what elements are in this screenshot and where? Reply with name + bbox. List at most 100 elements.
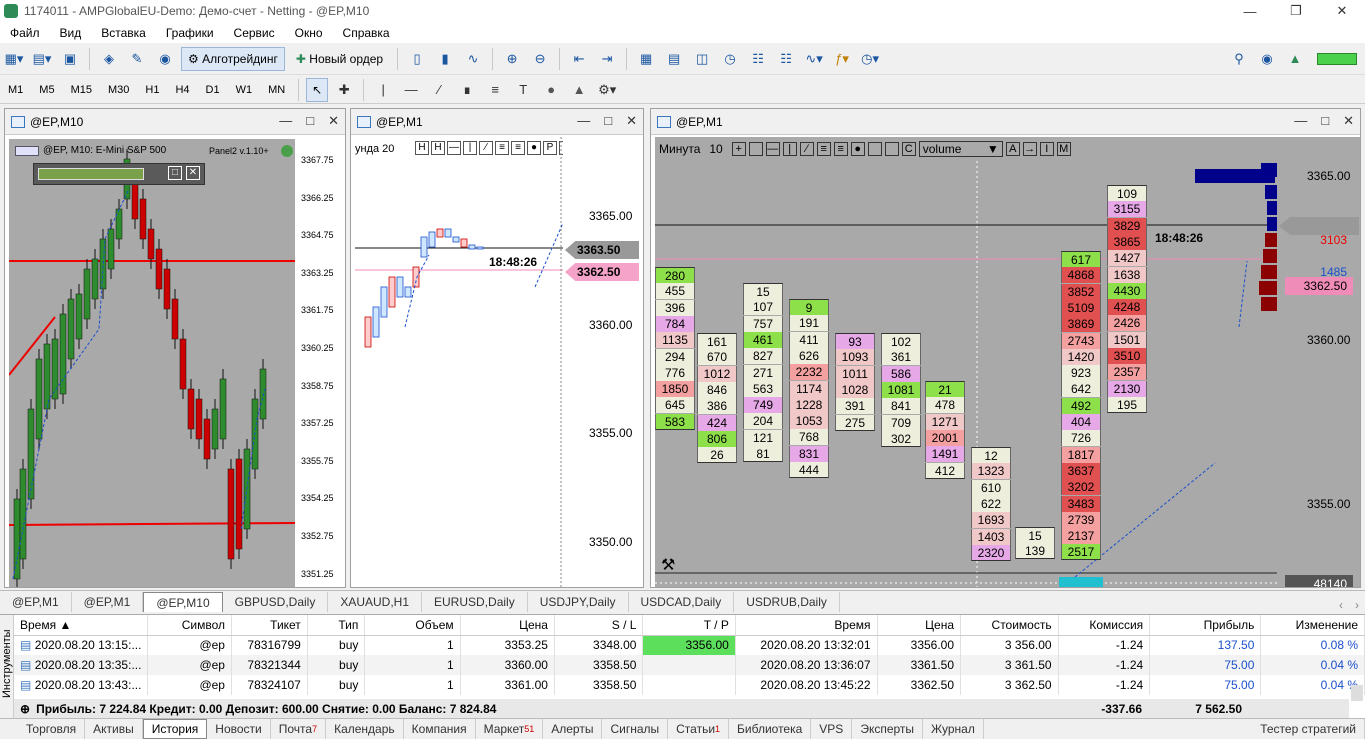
col-commission[interactable]: Комиссия [1058,615,1151,636]
tf-w1[interactable]: W1 [228,84,261,96]
chart-window-ep-m1-footprint[interactable]: @EP,M1 — □ ✕ Минута 10 + — | ∕ ≡ ≡ ● C vol… [650,108,1361,588]
templates-icon[interactable]: ☷ [746,47,770,71]
fp-btn-bar[interactable]: | [782,142,797,156]
maximize-icon[interactable]: □ [604,113,612,129]
market-watch-icon[interactable]: ▣ [58,47,82,71]
minimize-icon[interactable]: — [1227,0,1273,22]
chart-tab[interactable]: @EP,M1 [72,592,144,612]
bottom-tab[interactable]: Календарь [326,719,404,739]
minimize-icon[interactable]: — [1294,113,1307,129]
col-change[interactable]: Изменение [1260,615,1365,636]
table-row[interactable]: ▤ 2020.08.20 13:35:... @ep 78321344 buy … [14,655,1365,675]
chart-tab[interactable]: @EP,M1 [0,592,72,612]
maximize-icon[interactable]: □ [1321,113,1329,129]
triangle-icon[interactable]: ▲ [567,78,591,102]
chart-window-ep-m10[interactable]: @EP,M10 — □ ✕ @EP, M10: E-Mini S&P 500 Pan… [4,108,346,588]
bottom-tab[interactable]: Журнал [923,719,984,739]
tf-h4[interactable]: H4 [167,84,197,96]
indicators-icon[interactable]: ∿▾ [802,47,826,71]
chart-tab-active[interactable]: @EP,M10 [143,592,223,612]
function-icon[interactable]: ƒ▾ [830,47,854,71]
tile-icon[interactable]: ▦ [634,47,658,71]
chart-tab[interactable]: EURUSD,Daily [422,592,528,612]
fp-btn-list2[interactable]: ≡ [833,142,848,156]
menu-view[interactable]: Вид [50,26,92,40]
chart-tab[interactable]: USDCAD,Daily [629,592,735,612]
scrollbar[interactable] [1351,685,1363,701]
trendline-icon[interactable]: ∕ [427,78,451,102]
menu-charts[interactable]: Графики [156,26,224,40]
horizontal-line-icon[interactable]: — [399,78,423,102]
fp-btn-i[interactable]: I [1039,142,1054,156]
bottom-tab[interactable]: VPS [811,719,853,739]
bottom-tab[interactable]: Алерты [543,719,603,739]
menu-tools[interactable]: Сервис [224,26,285,40]
autoscroll-icon[interactable]: ⇤ [567,47,591,71]
new-chart-icon[interactable]: ▦▾ [2,47,26,71]
zoom-in-icon[interactable]: ⊕ [500,47,524,71]
cursor-icon[interactable]: ↖ [306,77,329,102]
vertical-line-icon[interactable]: | [371,78,395,102]
col-profit[interactable]: Прибыль [1149,615,1262,636]
tools-icon[interactable]: ⚒ [661,555,675,575]
chart-tab[interactable]: GBPUSD,Daily [223,592,329,612]
bottom-tab[interactable]: Компания [404,719,476,739]
chart-canvas[interactable]: @EP, M10: E-Mini S&P 500 Panel2 v.1.10+ … [9,139,295,587]
bottom-tab[interactable]: Маркет 51 [476,719,544,739]
signal-icon[interactable]: ◉ [153,47,177,71]
menu-insert[interactable]: Вставка [91,26,156,40]
shapes-icon[interactable]: ⚙▾ [595,78,619,102]
menu-file[interactable]: Файл [0,26,50,40]
bottom-tab[interactable]: Статьи 1 [668,719,730,739]
tf-mn[interactable]: MN [260,84,293,96]
channel-icon[interactable]: ∎ [455,78,479,102]
close-icon[interactable]: ✕ [1343,113,1354,129]
navigator-icon[interactable]: ✎ [125,47,149,71]
table-row[interactable]: ▤ 2020.08.20 13:15:... @ep 78316799 buy … [14,635,1365,655]
chart-canvas[interactable]: унда 20 H H — | ∕ ≡ ≡ ● P R C 18:48:26 [355,137,589,587]
panel-close-icon[interactable]: ✕ [186,166,200,180]
col-price[interactable]: Цена [460,615,555,636]
bottom-tab[interactable]: Эксперты [852,719,924,739]
fp-btn-box[interactable] [748,142,763,156]
col-tp[interactable]: T / P [642,615,736,636]
objects-icon[interactable]: ☷ [774,47,798,71]
maximize-icon[interactable]: □ [306,113,314,129]
col-symbol[interactable]: Символ [147,615,232,636]
col-value[interactable]: Стоимость [960,615,1059,636]
periods-icon[interactable]: ◷ [718,47,742,71]
fp-btn-m[interactable]: M [1056,142,1071,156]
tf-m15[interactable]: M15 [63,84,100,96]
mode-select[interactable]: volume ▼ [918,141,1003,157]
window-icon[interactable]: ▤ [662,47,686,71]
cascade-icon[interactable]: ◫ [690,47,714,71]
fp-btn-a[interactable]: A [1005,142,1020,156]
close-icon[interactable]: ✕ [1319,0,1365,22]
restore-icon[interactable]: ❐ [1273,0,1319,22]
tabs-left-icon[interactable]: ‹ [1333,598,1349,612]
period-value[interactable]: 10 [709,142,722,156]
menu-window[interactable]: Окно [285,26,333,40]
bottom-tab[interactable]: Библиотека [729,719,812,739]
panel-settings-icon[interactable] [281,145,293,157]
table-row[interactable]: ▤ 2020.08.20 13:43:... @ep 78324107 buy … [14,675,1365,695]
col-sl[interactable]: S / L [554,615,644,636]
algo-trading-button[interactable]: ⚙ Алготрейдинг [181,46,285,71]
col-close-price[interactable]: Цена [877,615,962,636]
new-order-button[interactable]: ✚ Новый ордер [288,46,391,71]
bottom-tab[interactable]: Активы [85,719,143,739]
bottom-tab[interactable]: История [142,719,208,739]
tf-m30[interactable]: M30 [100,84,137,96]
fp-btn-box3[interactable] [884,142,899,156]
chart-tab[interactable]: USDJPY,Daily [528,592,629,612]
minimize-icon[interactable]: — [279,113,292,129]
chart-tab[interactable]: XAUAUD,H1 [328,592,423,612]
fibo-icon[interactable]: ≡ [483,78,507,102]
panel-widget[interactable]: □ ✕ [33,163,205,185]
fp-btn-list[interactable]: ≡ [816,142,831,156]
crosshair-icon[interactable]: ✚ [332,78,356,102]
search-icon[interactable]: ⚲ [1227,47,1251,71]
chart-tab[interactable]: USDRUB,Daily [734,592,840,612]
text-icon[interactable]: T [511,78,535,102]
clock-icon[interactable]: ◷▾ [858,47,882,71]
